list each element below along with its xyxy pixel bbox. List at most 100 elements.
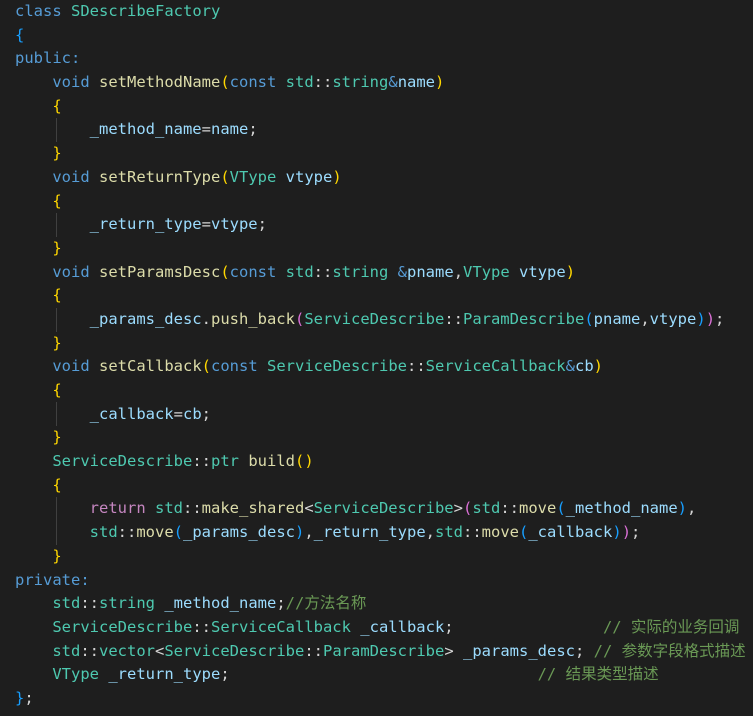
code-token: ) (621, 523, 632, 542)
code-token: { (15, 25, 25, 44)
code-line[interactable]: void setMethodName(const std::string&nam… (15, 71, 746, 95)
code-token: setMethodName (99, 73, 221, 92)
code-token: ( (201, 357, 211, 376)
code-line[interactable]: void setReturnType(VType vtype) (15, 166, 746, 190)
code-token: :: (444, 309, 463, 328)
code-token: _callback (360, 617, 445, 636)
code-token: { (52, 191, 62, 210)
code-line[interactable]: } (15, 332, 746, 356)
code-token: std (52, 641, 81, 660)
code-line[interactable]: } (15, 426, 746, 450)
code-token: ServiceCallback (210, 617, 361, 636)
code-token: setParamsDesc (99, 262, 221, 281)
code-token: ( (173, 523, 183, 542)
code-token: ServiceCallback (425, 357, 566, 376)
code-token: //方法名称 (285, 594, 367, 613)
code-line[interactable]: { (15, 284, 746, 308)
code-token: class (15, 2, 71, 20)
code-line[interactable]: std::string _method_name;//方法名称 (15, 592, 746, 616)
code-line[interactable]: { (15, 379, 746, 403)
code-token: = (201, 120, 211, 139)
code-token: , (453, 262, 464, 281)
code-line[interactable]: VType _return_type; // 结果类型描述 (15, 663, 746, 687)
code-line[interactable]: void setCallback(const ServiceDescribe::… (15, 355, 746, 379)
code-line[interactable]: } (15, 142, 746, 166)
code-line[interactable]: _params_desc.push_back(ServiceDescribe::… (15, 308, 746, 332)
code-token: :: (304, 641, 323, 660)
code-token: } (52, 428, 62, 447)
code-token: std (285, 262, 314, 281)
code-line[interactable]: class SDescribeFactory (15, 0, 746, 24)
code-token: ( (294, 309, 305, 328)
code-line[interactable]: private: (15, 569, 746, 593)
code-token: public: (15, 49, 81, 68)
code-token: _method_name (89, 120, 202, 139)
code-line[interactable]: _callback=cb; (15, 403, 746, 427)
code-token: :: (313, 262, 333, 281)
code-line[interactable]: std::move(_params_desc),_return_type,std… (15, 521, 746, 545)
code-token: make_shared (201, 499, 305, 518)
code-token: ) (294, 523, 305, 542)
code-token: VType (52, 665, 109, 684)
code-line[interactable]: return std::make_shared<ServiceDescribe>… (15, 497, 746, 521)
code-token: _method_name (565, 499, 678, 518)
code-token: ; (276, 594, 286, 613)
code-token: :: (80, 641, 99, 660)
code-line[interactable]: } (15, 237, 746, 261)
code-token: < (155, 641, 165, 660)
code-token: ; (24, 688, 34, 707)
code-token: name (397, 73, 436, 92)
code-line[interactable]: } (15, 545, 746, 569)
code-text[interactable]: class SDescribeFactory{public: void setM… (15, 0, 746, 711)
code-token: // 参数字段格式描述 (593, 641, 746, 660)
code-token: ; (631, 523, 641, 542)
code-token: { (52, 381, 62, 399)
code-token: :: (313, 73, 333, 92)
code-token: :: (182, 499, 202, 518)
code-line[interactable]: { (15, 24, 746, 48)
code-token: void (52, 167, 99, 186)
code-token: ; (257, 215, 267, 234)
code-token: = (201, 215, 211, 234)
code-token: move (519, 499, 557, 518)
code-token: std (435, 523, 463, 542)
code-line[interactable]: std::vector<ServiceDescribe::ParamDescri… (15, 640, 746, 664)
code-token: _callback (528, 523, 613, 542)
code-editor[interactable]: class SDescribeFactory{public: void setM… (0, 0, 753, 716)
code-token: _return_type (108, 665, 221, 684)
code-token: std (154, 499, 183, 518)
code-line[interactable]: ServiceDescribe::ServiceCallback _callba… (15, 616, 746, 640)
code-token: ServiceDescribe (267, 357, 407, 376)
code-line[interactable]: }; (15, 687, 746, 711)
code-line[interactable]: { (15, 190, 746, 214)
code-token: } (52, 238, 62, 257)
code-token: std (285, 73, 314, 92)
code-token: ( (584, 309, 594, 328)
code-line[interactable]: _return_type=vtype; (15, 213, 746, 237)
code-token: } (52, 333, 62, 352)
code-line[interactable]: public: (15, 47, 746, 71)
code-token: void (52, 357, 99, 376)
code-token: ; (248, 120, 258, 139)
code-token: () (294, 452, 314, 471)
code-line[interactable]: _method_name=name; (15, 118, 746, 142)
code-token: vector (99, 641, 155, 660)
code-token: } (52, 144, 62, 163)
code-token: ( (220, 73, 230, 92)
code-line[interactable]: void setParamsDesc(const std::string &pn… (15, 261, 746, 285)
code-line[interactable]: { (15, 95, 746, 119)
code-line[interactable]: ServiceDescribe::ptr build() (15, 450, 746, 474)
code-line[interactable]: { (15, 474, 746, 498)
code-token: } (15, 688, 25, 707)
